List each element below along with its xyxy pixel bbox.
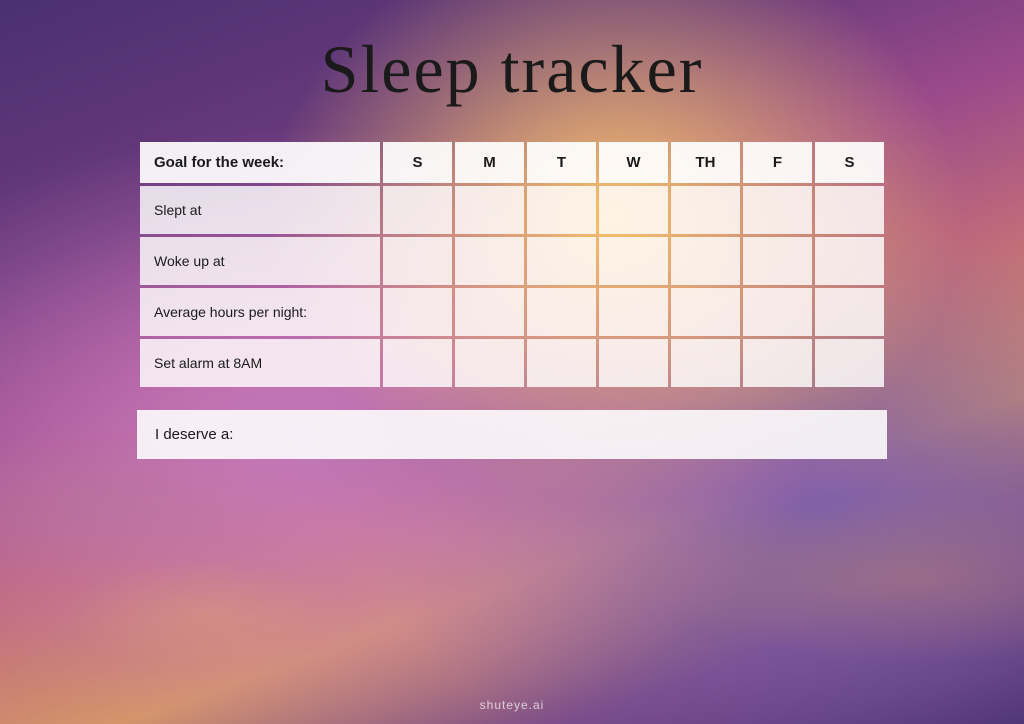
deserve-label: I deserve a:: [155, 426, 233, 443]
tracker-container: Goal for the week: S M T W TH F S Slept …: [137, 139, 887, 459]
avg-f-cell[interactable]: [743, 288, 812, 336]
sleep-table: Goal for the week: S M T W TH F S Slept …: [137, 139, 887, 390]
slept-t-cell[interactable]: [527, 186, 596, 234]
alarm-w-cell[interactable]: [599, 339, 668, 387]
woke-m-cell[interactable]: [455, 237, 524, 285]
day-header-m: M: [455, 142, 524, 183]
woke-t-cell[interactable]: [527, 237, 596, 285]
table-row: Slept at: [140, 186, 884, 234]
slept-s2-cell[interactable]: [815, 186, 884, 234]
woke-s2-cell[interactable]: [815, 237, 884, 285]
day-header-s1: S: [383, 142, 452, 183]
woke-s1-cell[interactable]: [383, 237, 452, 285]
alarm-th-cell[interactable]: [671, 339, 740, 387]
page-title: Sleep tracker: [321, 30, 704, 109]
header-row: Goal for the week: S M T W TH F S: [140, 142, 884, 183]
table-row: Woke up at: [140, 237, 884, 285]
day-header-w: W: [599, 142, 668, 183]
avg-s1-cell[interactable]: [383, 288, 452, 336]
alarm-m-cell[interactable]: [455, 339, 524, 387]
slept-at-label: Slept at: [140, 186, 380, 234]
main-content: Sleep tracker Goal for the week: S M T W…: [0, 0, 1024, 724]
slept-m-cell[interactable]: [455, 186, 524, 234]
day-header-th: TH: [671, 142, 740, 183]
avg-w-cell[interactable]: [599, 288, 668, 336]
day-header-t: T: [527, 142, 596, 183]
woke-f-cell[interactable]: [743, 237, 812, 285]
slept-th-cell[interactable]: [671, 186, 740, 234]
slept-w-cell[interactable]: [599, 186, 668, 234]
slept-f-cell[interactable]: [743, 186, 812, 234]
deserve-row[interactable]: I deserve a:: [137, 410, 887, 459]
woke-w-cell[interactable]: [599, 237, 668, 285]
goal-header: Goal for the week:: [140, 142, 380, 183]
alarm-t-cell[interactable]: [527, 339, 596, 387]
table-row: Average hours per night:: [140, 288, 884, 336]
alarm-f-cell[interactable]: [743, 339, 812, 387]
table-body: Slept at Woke up at: [140, 186, 884, 387]
avg-m-cell[interactable]: [455, 288, 524, 336]
slept-s1-cell[interactable]: [383, 186, 452, 234]
avg-hours-label: Average hours per night:: [140, 288, 380, 336]
avg-th-cell[interactable]: [671, 288, 740, 336]
footer-text: shuteye.ai: [480, 698, 545, 712]
avg-s2-cell[interactable]: [815, 288, 884, 336]
woke-th-cell[interactable]: [671, 237, 740, 285]
avg-t-cell[interactable]: [527, 288, 596, 336]
day-header-s2: S: [815, 142, 884, 183]
woke-up-label: Woke up at: [140, 237, 380, 285]
alarm-s1-cell[interactable]: [383, 339, 452, 387]
table-row: Set alarm at 8AM: [140, 339, 884, 387]
alarm-s2-cell[interactable]: [815, 339, 884, 387]
alarm-label: Set alarm at 8AM: [140, 339, 380, 387]
day-header-f: F: [743, 142, 812, 183]
